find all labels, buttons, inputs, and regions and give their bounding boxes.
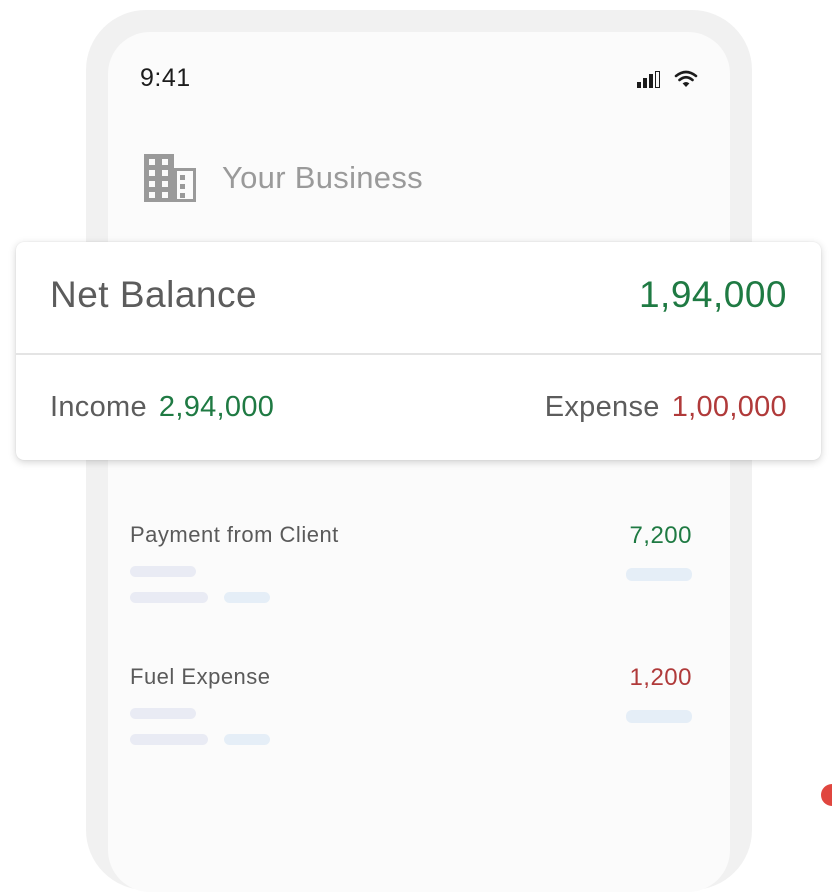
- skeleton-line: [130, 708, 196, 719]
- transaction-list: Payment from Client 7,200 Fuel Expense 1…: [130, 522, 692, 806]
- skeleton-line: [626, 568, 692, 581]
- expense-summary: Expense 1,00,000: [545, 391, 787, 424]
- signal-icon: [637, 70, 660, 88]
- skeleton-line: [130, 734, 208, 745]
- list-item[interactable]: Payment from Client 7,200: [130, 522, 692, 664]
- skeleton-line: [224, 592, 270, 603]
- transaction-title: Payment from Client: [130, 522, 339, 547]
- wifi-icon: [674, 70, 698, 87]
- net-balance-value: 1,94,000: [638, 274, 787, 315]
- income-summary: Income 2,94,000: [50, 391, 274, 424]
- transaction-title: Fuel Expense: [130, 664, 271, 689]
- transaction-amount: 1,200: [629, 664, 692, 691]
- list-item[interactable]: Fuel Expense 1,200: [130, 664, 692, 806]
- income-label: Income: [50, 391, 147, 423]
- skeleton-line: [224, 734, 270, 745]
- business-header[interactable]: Your Business: [144, 154, 423, 202]
- income-expense-row: Income 2,94,000 Expense 1,00,000: [16, 355, 821, 460]
- phone-screen: 9:41 Your Business Payment from Client 7…: [108, 32, 730, 892]
- expense-value: 1,00,000: [671, 391, 787, 423]
- income-value: 2,94,000: [158, 391, 275, 423]
- business-name: Your Business: [222, 160, 423, 195]
- status-time: 9:41: [140, 64, 191, 92]
- skeleton-line: [130, 566, 196, 577]
- net-balance-row: Net Balance 1,94,000: [16, 242, 821, 355]
- expense-label: Expense: [544, 391, 660, 423]
- decorative-dot: [821, 784, 832, 806]
- status-icons: [637, 70, 698, 88]
- net-balance-label: Net Balance: [50, 274, 258, 315]
- skeleton-line: [626, 710, 692, 723]
- building-icon: [144, 154, 196, 202]
- balance-card[interactable]: Net Balance 1,94,000 Income 2,94,000 Exp…: [16, 242, 821, 460]
- skeleton-line: [130, 592, 208, 603]
- transaction-amount: 7,200: [629, 522, 692, 549]
